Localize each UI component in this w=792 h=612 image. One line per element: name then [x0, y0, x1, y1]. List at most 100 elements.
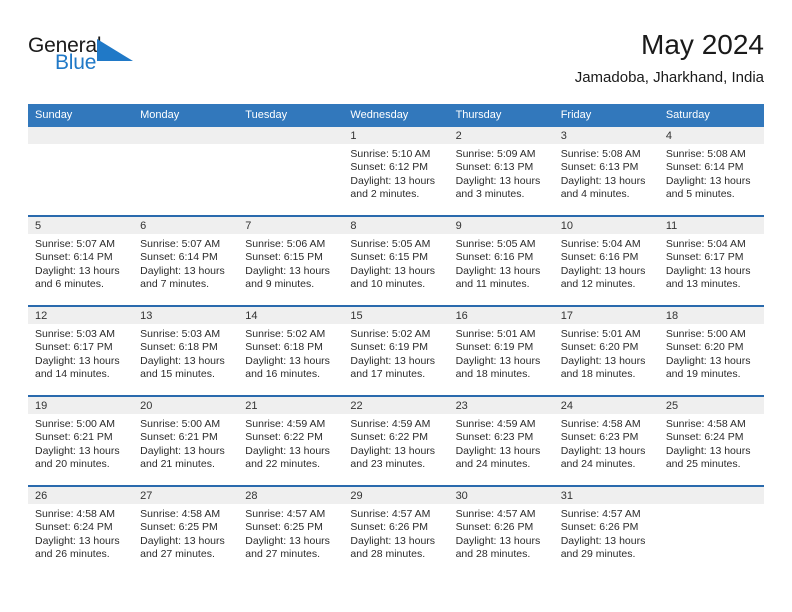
daylight-duration-line2: and 26 minutes.	[35, 548, 110, 561]
calendar-day-cell[interactable]: 5 Sunrise: 5:07 AM Sunset: 6:14 PM Daylight…	[28, 215, 134, 306]
title-block: May 2024 Jamadoba, Jharkhand, India	[575, 28, 764, 89]
page-title: May 2024	[641, 29, 764, 60]
sunset-time: Sunset: 6:26 PM	[560, 521, 639, 534]
daylight-duration-line2: and 10 minutes.	[350, 278, 426, 291]
calendar-day-cell[interactable]: 25 Sunrise: 4:58 AM Sunset: 6:24 PM Dayligh…	[658, 395, 764, 486]
calendar-day-cell[interactable]: 10 Sunrise: 5:04 AM Sunset: 6:16 PM Dayligh…	[553, 215, 659, 306]
daylight-duration-line1: Daylight: 13 hours	[35, 264, 120, 277]
sunset-time: Sunset: 6:15 PM	[350, 251, 429, 264]
day-number: 7	[238, 217, 344, 234]
daylight-duration-line2: and 11 minutes.	[455, 278, 530, 291]
calendar-day-cell[interactable]: 23 Sunrise: 4:59 AM Sunset: 6:23 PM Dayligh…	[448, 395, 554, 486]
day-number: 8	[343, 217, 449, 234]
sunrise-time: Sunrise: 5:09 AM	[455, 148, 536, 160]
calendar-day-cell[interactable]: 20 Sunrise: 5:00 AM Sunset: 6:21 PM Dayligh…	[133, 395, 239, 486]
day-number	[133, 127, 239, 144]
general-blue-logo[interactable]: General Blue	[28, 34, 148, 80]
sunrise-time: Sunrise: 5:00 AM	[140, 418, 221, 430]
calendar-day-cell[interactable]: 4 Sunrise: 5:08 AM Sunset: 6:14 PM Daylight…	[658, 127, 764, 216]
sunset-time: Sunset: 6:12 PM	[350, 161, 429, 174]
day-number: 23	[448, 397, 554, 414]
daylight-duration-line1: Daylight: 13 hours	[140, 264, 225, 277]
calendar-day-cell[interactable]: 2 Sunrise: 5:09 AM Sunset: 6:13 PM Daylight…	[448, 127, 554, 216]
day-details: Sunrise: 5:00 AM Sunset: 6:21 PM Daylight:…	[133, 414, 238, 472]
day-details: Sunrise: 4:57 AM Sunset: 6:26 PM Daylight:…	[343, 504, 448, 562]
sunrise-time: Sunrise: 5:05 AM	[455, 238, 536, 250]
daylight-duration-line1: Daylight: 13 hours	[560, 534, 646, 547]
logo-text-blue: Blue	[55, 51, 97, 74]
day-details: Sunrise: 5:05 AM Sunset: 6:16 PM Daylight:…	[449, 234, 554, 292]
calendar-week-row: 19 Sunrise: 5:00 AM Sunset: 6:21 PM Dayligh…	[28, 395, 764, 486]
calendar-day-cell[interactable]: 8 Sunrise: 5:05 AM Sunset: 6:15 PM Daylight…	[343, 215, 449, 306]
day-details: Sunrise: 4:58 AM Sunset: 6:24 PM Daylight:…	[659, 414, 764, 472]
day-number: 27	[133, 487, 239, 504]
day-details: Sunrise: 5:03 AM Sunset: 6:17 PM Daylight:…	[28, 324, 133, 382]
sunset-time: Sunset: 6:16 PM	[560, 251, 639, 264]
calendar-day-cell[interactable]: 21 Sunrise: 4:59 AM Sunset: 6:22 PM Dayligh…	[238, 395, 344, 486]
calendar-day-cell-empty	[133, 127, 239, 216]
calendar-day-cell[interactable]: 16 Sunrise: 5:01 AM Sunset: 6:19 PM Dayligh…	[448, 305, 554, 396]
weekday-header-monday: Monday	[133, 104, 239, 127]
location-subtitle: Jamadoba, Jharkhand, India	[574, 69, 764, 86]
calendar-day-cell[interactable]: 22 Sunrise: 4:59 AM Sunset: 6:22 PM Dayligh…	[343, 395, 449, 486]
calendar-day-cell[interactable]: 12 Sunrise: 5:03 AM Sunset: 6:17 PM Dayligh…	[28, 305, 134, 396]
calendar-day-cell[interactable]: 14 Sunrise: 5:02 AM Sunset: 6:18 PM Dayligh…	[238, 305, 344, 396]
calendar-day-cell[interactable]: 29 Sunrise: 4:57 AM Sunset: 6:26 PM Dayligh…	[343, 485, 449, 575]
calendar-day-cell[interactable]: 7 Sunrise: 5:06 AM Sunset: 6:15 PM Daylight…	[238, 215, 344, 306]
day-details	[28, 144, 133, 148]
day-number: 18	[658, 307, 764, 324]
sunrise-time: Sunrise: 5:05 AM	[350, 238, 431, 250]
calendar-day-cell[interactable]: 9 Sunrise: 5:05 AM Sunset: 6:16 PM Daylight…	[448, 215, 554, 306]
sunset-time: Sunset: 6:20 PM	[560, 341, 639, 354]
day-details: Sunrise: 5:01 AM Sunset: 6:19 PM Daylight:…	[449, 324, 554, 382]
day-number: 28	[238, 487, 344, 504]
sunset-time: Sunset: 6:13 PM	[560, 161, 639, 174]
calendar-day-cell[interactable]: 1 Sunrise: 5:10 AM Sunset: 6:12 PM Daylight…	[343, 127, 449, 216]
daylight-duration-line2: and 6 minutes.	[35, 278, 104, 291]
sunset-time: Sunset: 6:25 PM	[245, 521, 323, 534]
calendar-day-cell[interactable]: 31 Sunrise: 4:57 AM Sunset: 6:26 PM Dayligh…	[553, 485, 659, 575]
day-details: Sunrise: 5:08 AM Sunset: 6:13 PM Daylight:…	[554, 144, 659, 202]
calendar-day-cell[interactable]: 6 Sunrise: 5:07 AM Sunset: 6:14 PM Daylight…	[133, 215, 239, 306]
daylight-duration-line1: Daylight: 13 hours	[35, 354, 120, 367]
daylight-duration-line2: and 24 minutes.	[455, 458, 531, 471]
calendar-day-cell[interactable]: 30 Sunrise: 4:57 AM Sunset: 6:26 PM Dayligh…	[448, 485, 554, 575]
day-details: Sunrise: 5:03 AM Sunset: 6:18 PM Daylight:…	[133, 324, 238, 382]
daylight-duration-line2: and 18 minutes.	[560, 368, 636, 381]
calendar-day-cell[interactable]: 26 Sunrise: 4:58 AM Sunset: 6:24 PM Dayligh…	[28, 485, 134, 575]
sunrise-time: Sunrise: 4:59 AM	[245, 418, 326, 430]
day-details: Sunrise: 5:00 AM Sunset: 6:20 PM Daylight:…	[659, 324, 764, 382]
calendar-day-cell[interactable]: 24 Sunrise: 4:58 AM Sunset: 6:23 PM Dayligh…	[553, 395, 659, 486]
calendar-day-cell[interactable]: 3 Sunrise: 5:08 AM Sunset: 6:13 PM Daylight…	[553, 127, 659, 216]
daylight-duration-line2: and 18 minutes.	[455, 368, 531, 381]
day-details: Sunrise: 5:10 AM Sunset: 6:12 PM Daylight:…	[343, 144, 448, 202]
calendar-day-cell[interactable]: 28 Sunrise: 4:57 AM Sunset: 6:25 PM Dayligh…	[238, 485, 344, 575]
calendar-day-cell[interactable]: 15 Sunrise: 5:02 AM Sunset: 6:19 PM Dayligh…	[343, 305, 449, 396]
sunset-time: Sunset: 6:26 PM	[455, 521, 534, 534]
daylight-duration-line2: and 9 minutes.	[245, 278, 315, 291]
calendar-day-cell[interactable]: 17 Sunrise: 5:01 AM Sunset: 6:20 PM Dayligh…	[553, 305, 659, 396]
calendar-day-cell[interactable]: 13 Sunrise: 5:03 AM Sunset: 6:18 PM Dayligh…	[133, 305, 239, 396]
calendar-header-row: Sunday Monday Tuesday Wednesday Thursday…	[28, 104, 764, 127]
daylight-duration-line1: Daylight: 13 hours	[350, 534, 436, 547]
calendar-day-cell[interactable]: 18 Sunrise: 5:00 AM Sunset: 6:20 PM Dayligh…	[658, 305, 764, 396]
daylight-duration-line2: and 28 minutes.	[455, 548, 531, 561]
day-details: Sunrise: 5:04 AM Sunset: 6:16 PM Daylight:…	[554, 234, 659, 292]
day-details	[238, 144, 343, 148]
calendar-body: 1 Sunrise: 5:10 AM Sunset: 6:12 PM Daylight…	[28, 127, 764, 575]
day-number: 30	[448, 487, 554, 504]
daylight-duration-line2: and 3 minutes.	[455, 188, 525, 201]
sunrise-time: Sunrise: 5:03 AM	[35, 328, 115, 340]
daylight-duration-line1: Daylight: 13 hours	[560, 444, 646, 457]
calendar-day-cell[interactable]: 19 Sunrise: 5:00 AM Sunset: 6:21 PM Dayligh…	[28, 395, 134, 486]
daylight-duration-line2: and 16 minutes.	[245, 368, 320, 381]
day-number: 12	[28, 307, 134, 324]
sunset-time: Sunset: 6:22 PM	[245, 431, 323, 444]
calendar-day-cell[interactable]: 11 Sunrise: 5:04 AM Sunset: 6:17 PM Dayligh…	[658, 215, 764, 306]
sunrise-sunset-calendar: Sunday Monday Tuesday Wednesday Thursday…	[28, 104, 764, 575]
calendar-day-cell[interactable]: 27 Sunrise: 4:58 AM Sunset: 6:25 PM Dayligh…	[133, 485, 239, 575]
sunrise-time: Sunrise: 5:04 AM	[560, 238, 641, 250]
sunrise-time: Sunrise: 5:03 AM	[140, 328, 221, 340]
weekday-header-thursday: Thursday	[448, 104, 554, 127]
daylight-duration-line1: Daylight: 13 hours	[350, 354, 436, 367]
